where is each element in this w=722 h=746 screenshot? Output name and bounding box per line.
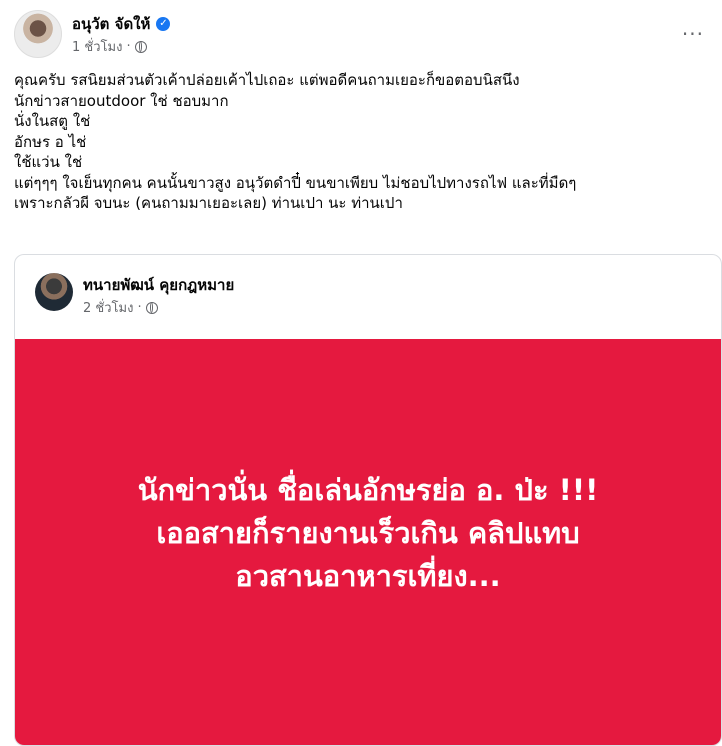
globe-icon [134,40,147,53]
shared-post-card[interactable]: ทนายพัฒน์ คุยกฎหมาย 2 ชั่วโมง · นักข่าวน… [14,254,722,746]
author-row: อนุวัต จัดให้ ✓ [72,12,171,36]
post-line: ใช้แว่น ใช่ [14,153,83,171]
meta-separator: · [126,39,131,54]
post-time[interactable]: 1 ชั่วโมง [72,36,122,57]
shared-post-meta: 2 ชั่วโมง · [83,297,158,318]
image-headline: นักข่าวนั่น ชื่อเล่นอักษรย่อ อ. ป่ะ !!! … [15,469,721,598]
post-line: นั่งในสตู ใช่ [14,112,91,130]
post-line: อักษร อ ไช่ [14,132,87,151]
post-line: คุณครับ รสนิยมส่วนตัวเค้าปล่อยเค้าไปเถอะ… [14,71,520,89]
post-line: แต่ๆๆๆ ใจเย็นทุกคน คนนั้นขาวสูง อนุวัตดำ… [14,173,577,192]
shared-post-image[interactable]: นักข่าวนั่น ชื่อเล่นอักษรย่อ อ. ป่ะ !!! … [15,339,721,745]
author-avatar[interactable] [14,10,62,58]
meta-separator: · [137,300,142,315]
post-meta: 1 ชั่วโมง · [72,36,147,57]
author-name[interactable]: อนุวัต จัดให้ [72,12,150,36]
post-line: เพราะกลัวผี จบนะ (คนถามมาเยอะเลย) ท่านเป… [14,194,403,212]
verified-badge-icon: ✓ [156,17,171,31]
globe-icon [145,301,158,314]
shared-author-avatar[interactable] [35,273,73,311]
more-options-icon[interactable]: ··· [682,22,704,46]
headline-line: นักข่าวนั่น ชื่อเล่นอักษรย่อ อ. ป่ะ !!! [137,473,599,507]
shared-post-header: ทนายพัฒน์ คุยกฎหมาย 2 ชั่วโมง · [15,255,721,339]
post-body: คุณครับ รสนิยมส่วนตัวเค้าปล่อยเค้าไปเถอะ… [14,70,714,214]
headline-line: เออสายก็รายงานเร็วเกิน คลิปแทบ [156,516,580,550]
headline-line: อวสานอาหารเที่ยง... [235,559,501,593]
post-header: อนุวัต จัดให้ ✓ 1 ชั่วโมง · ··· [14,8,714,62]
shared-author-name[interactable]: ทนายพัฒน์ คุยกฎหมาย [83,273,234,297]
shared-post-time[interactable]: 2 ชั่วโมง [83,297,133,318]
post-line: นักข่าวสายoutdoor ใช่ ชอบมาก [14,91,229,110]
